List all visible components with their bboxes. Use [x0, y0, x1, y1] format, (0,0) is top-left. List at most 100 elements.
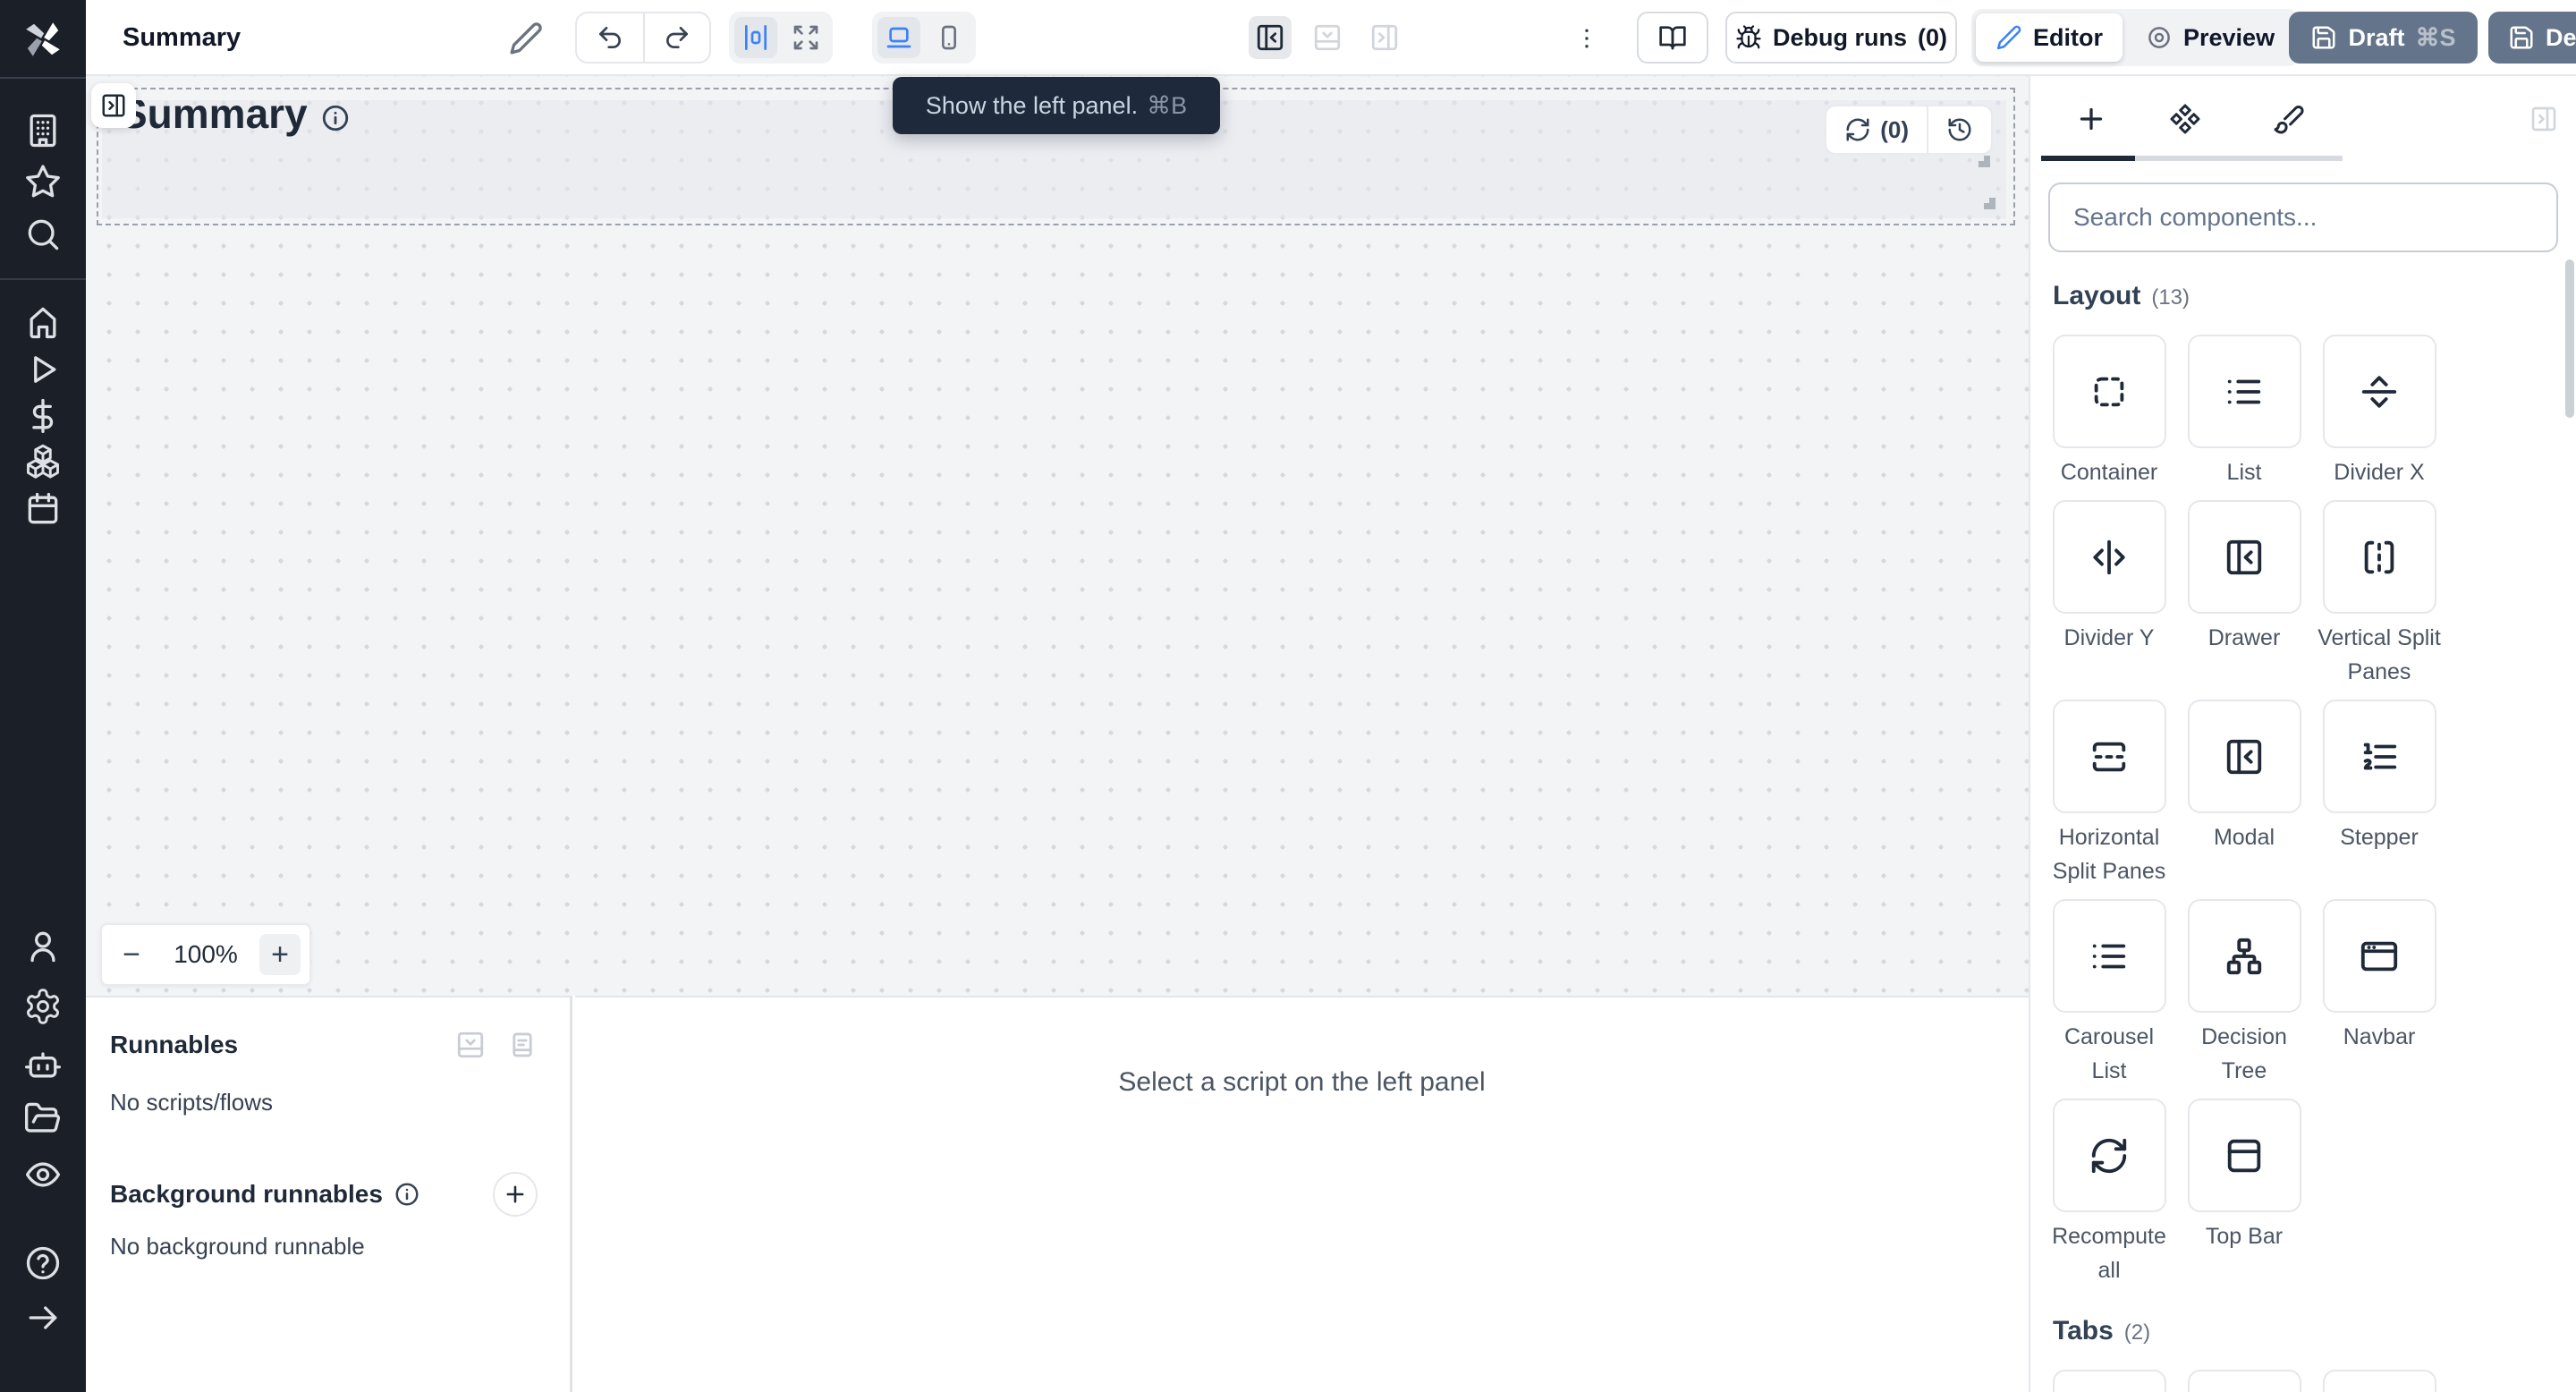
- component-label: List: [2227, 455, 2262, 489]
- right-panel-toggle[interactable]: [1363, 16, 1406, 59]
- sidebar-item-eye-icon[interactable]: [23, 1155, 63, 1194]
- redo-button[interactable]: [643, 12, 709, 64]
- mobile-view-toggle[interactable]: [928, 17, 970, 58]
- component-card-divider-y[interactable]: [2053, 500, 2166, 614]
- sidebar-item-gear-icon[interactable]: [23, 987, 63, 1026]
- component-card[interactable]: [2323, 1370, 2436, 1392]
- component-card[interactable]: [2053, 1370, 2166, 1392]
- tooltip-shortcut: ⌘B: [1147, 92, 1187, 120]
- no-scripts-text: No scripts/flows: [110, 1089, 538, 1116]
- left-panel-toggle[interactable]: [1249, 16, 1292, 59]
- fit-width-toggle[interactable]: [734, 17, 777, 58]
- add-background-runnable-button[interactable]: [493, 1172, 538, 1217]
- sidebar-item-search-icon[interactable]: [23, 215, 63, 254]
- scrollbar-thumb[interactable]: [2565, 259, 2574, 418]
- zoom-out-button[interactable]: −: [111, 934, 152, 975]
- component-card-navbar[interactable]: [2323, 899, 2436, 1013]
- tab-styling[interactable]: [2239, 76, 2339, 161]
- deploy-button[interactable]: Deploy: [2488, 12, 2576, 64]
- debug-runs-count: (0): [1918, 24, 1947, 52]
- sidebar-item-boxes-icon[interactable]: [23, 443, 63, 482]
- component-label: Top Bar: [2206, 1219, 2283, 1253]
- component-card-vsplit[interactable]: [2323, 500, 2436, 614]
- list-icon: [2224, 371, 2265, 412]
- panel-toggles-group: [1249, 12, 1406, 64]
- app-title: Summary: [123, 0, 241, 76]
- more-menu-button[interactable]: [1571, 0, 1603, 76]
- sidebar-item-building-icon[interactable]: [23, 111, 63, 150]
- info-icon[interactable]: [394, 1181, 420, 1208]
- sidebar-item-play-icon[interactable]: [23, 350, 63, 389]
- zoom-level: 100%: [174, 940, 238, 969]
- component-card-modal[interactable]: [2188, 700, 2301, 813]
- tab-insert-component[interactable]: [2041, 76, 2141, 161]
- info-icon[interactable]: [320, 103, 351, 133]
- draft-button[interactable]: Draft ⌘S: [2289, 12, 2478, 64]
- sidebar-divider: [0, 77, 86, 79]
- component-card-topbar[interactable]: [2188, 1099, 2301, 1212]
- expand-canvas-toggle[interactable]: [784, 17, 827, 58]
- edit-title-pencil-icon[interactable]: [508, 21, 544, 56]
- undo-button[interactable]: [577, 12, 643, 64]
- preview-tab[interactable]: Preview: [2126, 13, 2294, 62]
- sidebar-section-divider: [0, 278, 86, 280]
- resize-handle[interactable]: [1984, 198, 1996, 209]
- save-icon: [2310, 24, 2337, 51]
- component-cell: Navbar: [2315, 899, 2444, 1088]
- sidebar-item-robot-icon[interactable]: [23, 1045, 63, 1084]
- sidebar-item-home-icon[interactable]: [23, 302, 63, 342]
- widget-title: Summary: [120, 100, 308, 138]
- divider-y-icon: [2089, 537, 2130, 578]
- collapse-panel-icon[interactable]: [455, 1030, 486, 1060]
- app-canvas[interactable]: Summary (0) − 10: [86, 76, 2029, 996]
- component-card-drawer[interactable]: [2188, 500, 2301, 614]
- component-label: Drawer: [2208, 621, 2281, 655]
- refresh-button[interactable]: (0): [1826, 106, 1927, 153]
- collapse-right-panel-icon[interactable]: [2529, 105, 2558, 133]
- component-card-hsplit[interactable]: [2053, 700, 2166, 813]
- search-components-input[interactable]: [2048, 182, 2558, 252]
- component-card-divider-x[interactable]: [2323, 335, 2436, 448]
- component-card-carousel-list[interactable]: [2053, 899, 2166, 1013]
- component-label: Divider X: [2334, 455, 2424, 489]
- component-label: Modal: [2214, 820, 2275, 854]
- component-card[interactable]: [2188, 1370, 2301, 1392]
- debug-runs-button[interactable]: Debug runs (0): [1725, 12, 1957, 64]
- component-label: Recompute all: [2045, 1219, 2174, 1287]
- component-panel: Layout (13) Container List: [2029, 76, 2576, 1392]
- editor-preview-switch: Editor Preview: [1971, 9, 2299, 66]
- windmill-logo-icon[interactable]: [21, 18, 64, 61]
- resize-handle[interactable]: [1979, 156, 1990, 167]
- section-count: (13): [2151, 285, 2190, 310]
- tab-component-settings[interactable]: [2135, 76, 2235, 161]
- history-button[interactable]: [1927, 106, 1991, 153]
- component-card-decision-tree[interactable]: [2188, 899, 2301, 1013]
- docs-button[interactable]: [1637, 12, 1708, 64]
- sidebar-item-calendar-icon[interactable]: [23, 489, 63, 529]
- component-card-container[interactable]: [2053, 335, 2166, 448]
- sidebar-item-user-icon[interactable]: [23, 927, 63, 966]
- sidebar-item-help-icon[interactable]: [23, 1243, 63, 1283]
- bottom-panel-toggle[interactable]: [1306, 16, 1349, 59]
- undo-redo-group: [575, 12, 711, 64]
- sidebar-item-folder-open-icon[interactable]: [23, 1099, 63, 1138]
- sidebar-item-star-icon[interactable]: [23, 162, 63, 201]
- save-icon: [2508, 24, 2535, 51]
- desktop-view-toggle[interactable]: [877, 17, 920, 58]
- component-label: Vertical Split Panes: [2315, 621, 2444, 689]
- preview-eye-icon: [2146, 24, 2173, 51]
- zoom-in-button[interactable]: +: [259, 934, 301, 975]
- component-card-stepper[interactable]: [2323, 700, 2436, 813]
- editor-tab[interactable]: Editor: [1976, 13, 2123, 62]
- component-card-refresh[interactable]: [2053, 1099, 2166, 1212]
- runnables-doc-icon[interactable]: [507, 1030, 538, 1060]
- draft-label: Draft: [2348, 24, 2404, 52]
- sidebar-item-arrow-right-icon[interactable]: [23, 1298, 63, 1337]
- component-card-list[interactable]: [2188, 335, 2301, 448]
- sidebar-item-dollar-icon[interactable]: [23, 396, 63, 436]
- navbar-icon: [2359, 936, 2400, 977]
- tooltip-text: Show the left panel.: [926, 92, 1138, 120]
- open-left-panel-button[interactable]: [91, 83, 136, 128]
- component-label: Decision Tree: [2180, 1020, 2309, 1088]
- section-header-layout: Layout (13): [2053, 281, 2576, 311]
